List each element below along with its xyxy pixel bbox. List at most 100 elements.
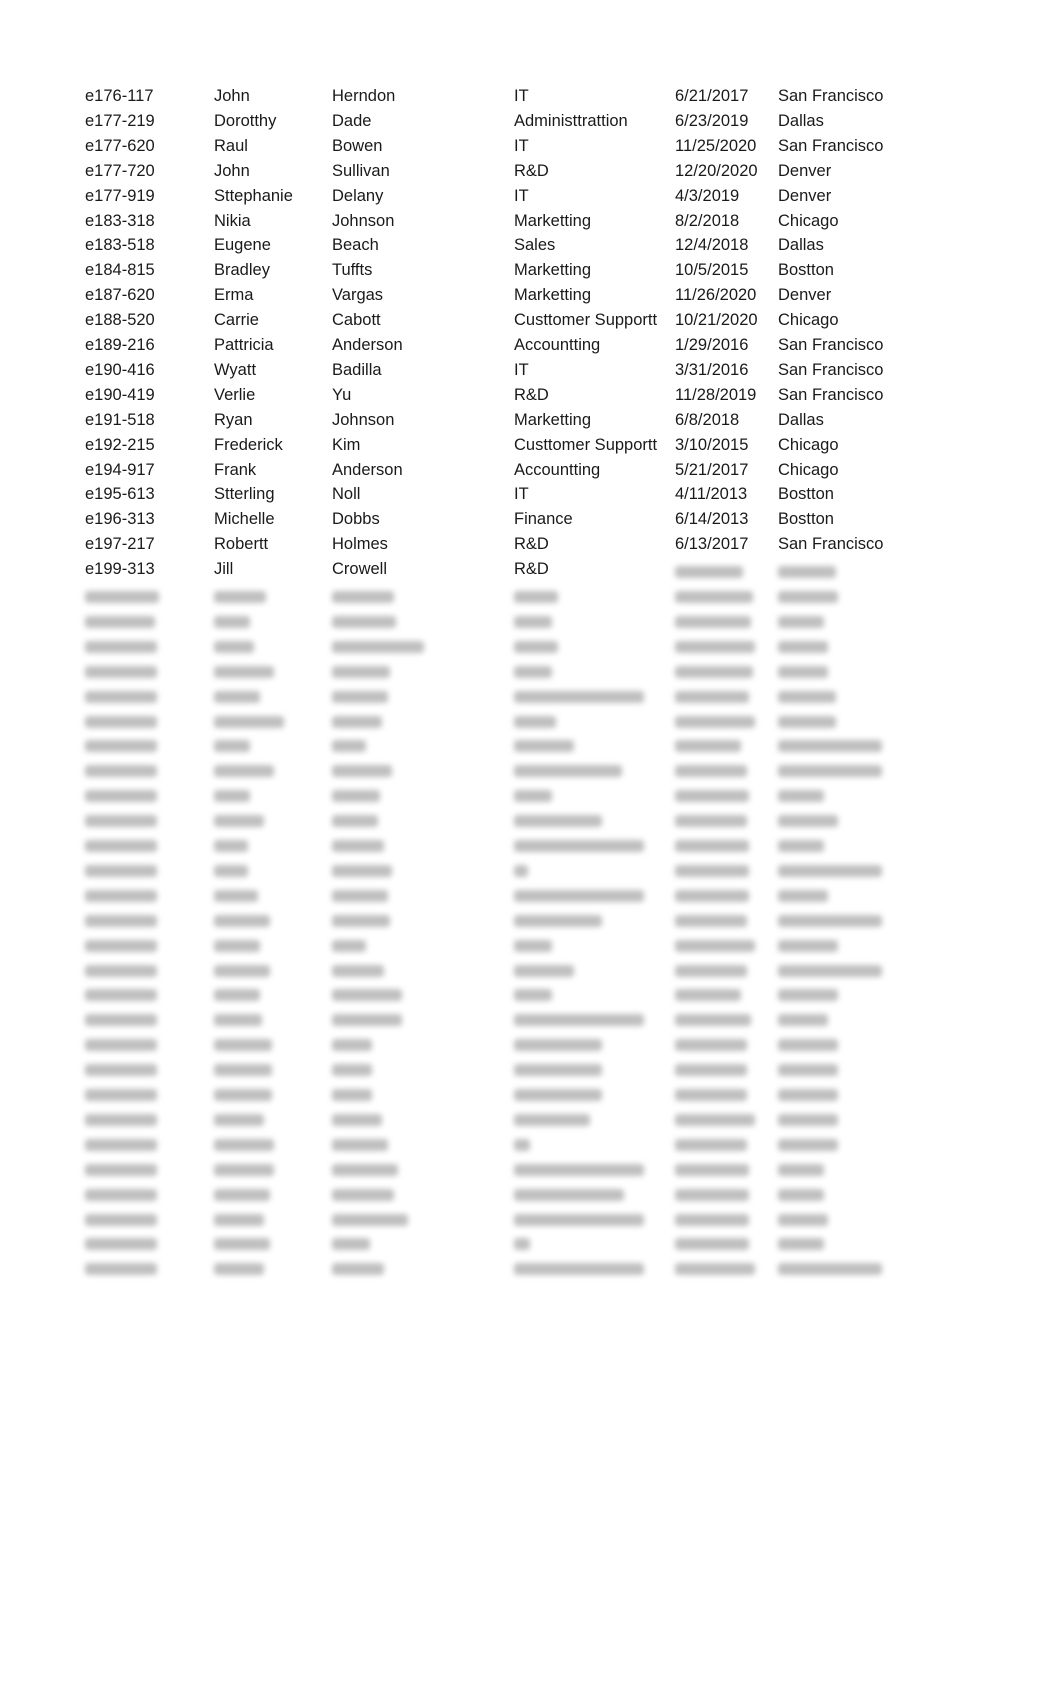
table-row-redacted xyxy=(0,1008,1062,1033)
department-cell: Administtrattion xyxy=(514,111,628,130)
table-row-redacted xyxy=(0,1208,1062,1233)
city-cell: Bostton xyxy=(778,485,834,504)
table-row-redacted xyxy=(0,909,1062,934)
redacted-blur xyxy=(85,889,157,902)
redacted-blur xyxy=(85,615,155,628)
hire-date-cell: 5/21/2017 xyxy=(675,460,749,479)
hire-date-cell: 11/28/2019 xyxy=(675,385,757,404)
redacted-blur xyxy=(778,591,838,603)
city-cell: Chicago xyxy=(778,435,839,454)
redacted-blur xyxy=(675,1188,749,1201)
redacted-blur xyxy=(214,690,260,703)
redacted-blur xyxy=(214,715,284,728)
redacted-blur xyxy=(778,964,882,977)
table-row: e190-419 Verlie Yu R&D 11/28/2019 San Francis… xyxy=(0,386,1062,411)
redacted-blur xyxy=(778,566,836,579)
first-name-cell: Frank xyxy=(214,460,257,479)
employee-id-cell: e190-419 xyxy=(85,385,155,404)
redacted-blur xyxy=(214,815,264,828)
employee-id-cell: e195-613 xyxy=(85,485,155,504)
redacted-blur xyxy=(214,591,266,603)
redacted-blur xyxy=(332,615,396,628)
redacted-blur xyxy=(85,964,157,977)
redacted-blur xyxy=(675,591,753,603)
last-name-cell: Johnson xyxy=(332,211,395,230)
redacted-blur xyxy=(675,740,741,753)
table-row: e188-520 Carrie Cabott Custtomer Supportt 10… xyxy=(0,311,1062,336)
employee-id-cell: e183-518 xyxy=(85,236,155,255)
employee-id-cell: e177-919 xyxy=(85,186,155,205)
redacted-blur xyxy=(85,914,157,927)
department-cell: Sales xyxy=(514,236,556,255)
department-cell: Accountting xyxy=(514,336,601,354)
redacted-blur xyxy=(778,889,828,902)
city-cell: San Francisco xyxy=(778,136,884,155)
hire-date-cell: 4/11/2013 xyxy=(675,485,748,504)
department-cell: R&D xyxy=(514,560,549,579)
last-name-cell: Tuffts xyxy=(332,261,373,280)
redacted-blur xyxy=(675,1014,751,1027)
redacted-blur xyxy=(675,815,747,828)
redacted-blur xyxy=(214,740,250,753)
redacted-blur xyxy=(214,1014,262,1027)
redacted-blur xyxy=(85,690,157,703)
redacted-blur xyxy=(332,914,390,927)
table-row: e199-313 Jill Crowell R&D xyxy=(0,560,1062,585)
city-cell: Bostton xyxy=(778,261,834,280)
redacted-blur xyxy=(214,615,250,628)
department-cell: IT xyxy=(514,186,529,205)
redacted-blur xyxy=(778,1138,838,1151)
table-row: e177-919 Sttephanie Delany IT 4/3/2019 Denver xyxy=(0,187,1062,212)
redacted-blur xyxy=(514,765,622,778)
redacted-blur xyxy=(778,1163,824,1176)
redacted-blur xyxy=(85,591,159,603)
redacted-blur xyxy=(675,964,747,977)
redacted-blur xyxy=(85,640,157,653)
redacted-blur xyxy=(675,615,751,628)
redacted-blur xyxy=(332,1188,394,1201)
redacted-blur xyxy=(332,939,366,952)
redacted-blur xyxy=(778,1213,828,1226)
redacted-blur xyxy=(514,840,644,852)
redacted-blur xyxy=(85,765,157,778)
hire-date-cell: 12/20/2020 xyxy=(675,161,758,180)
department-cell: Custtomer Supportt xyxy=(514,311,658,330)
hire-date-cell: 1/29/2016 xyxy=(675,336,749,354)
redacted-blur xyxy=(514,715,556,728)
hire-date-cell: 10/21/2020 xyxy=(675,311,758,330)
redacted-blur xyxy=(778,815,838,828)
employee-id-cell: e199-313 xyxy=(85,560,155,579)
redacted-blur xyxy=(332,1089,372,1101)
redacted-blur xyxy=(214,1263,264,1276)
redacted-blur xyxy=(214,939,260,952)
redacted-blur xyxy=(514,1263,644,1276)
first-name-cell: Nikia xyxy=(214,211,251,230)
table-row-redacted xyxy=(0,809,1062,834)
redacted-blur xyxy=(332,1113,382,1126)
first-name-cell: Sttephanie xyxy=(214,186,293,205)
table-row-redacted xyxy=(0,759,1062,784)
first-name-cell: Raul xyxy=(214,136,248,155)
redacted-blur xyxy=(85,1238,157,1251)
table-row-redacted xyxy=(0,685,1062,710)
last-name-cell: Johnson xyxy=(332,410,395,429)
redacted-blur xyxy=(214,989,260,1002)
redacted-blur xyxy=(85,1064,157,1077)
table-row-redacted xyxy=(0,734,1062,759)
table-row-redacted xyxy=(0,1108,1062,1133)
redacted-blur xyxy=(214,665,274,678)
hire-date-cell: 6/14/2013 xyxy=(675,510,749,529)
city-cell: Denver xyxy=(778,161,832,180)
city-cell: Denver xyxy=(778,286,832,305)
redacted-blur xyxy=(85,939,157,952)
table-row-redacted xyxy=(0,635,1062,660)
department-cell: Accountting xyxy=(514,460,601,479)
redacted-blur xyxy=(332,765,392,778)
redacted-blur xyxy=(214,1138,274,1151)
city-cell: San Francisco xyxy=(778,385,884,404)
table-row: e177-720 John Sullivan R&D 12/20/2020 Denver xyxy=(0,162,1062,187)
table-row: e183-318 Nikia Johnson Marketting 8/2/2018 Ch… xyxy=(0,212,1062,237)
last-name-cell: Cabott xyxy=(332,311,381,330)
redacted-blur xyxy=(85,1089,157,1101)
last-name-cell: Kim xyxy=(332,435,361,454)
